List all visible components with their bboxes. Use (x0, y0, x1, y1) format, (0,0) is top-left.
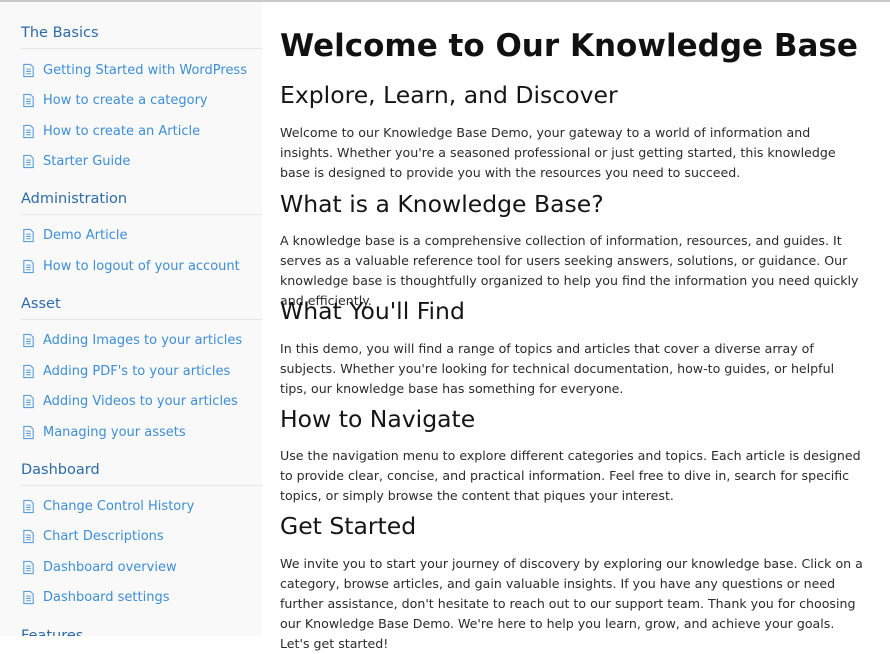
document-icon (23, 529, 34, 543)
article-link-label: Demo Article (43, 227, 128, 243)
article-link-label: Change Control History (43, 498, 195, 514)
article-link-label: Dashboard settings (43, 589, 170, 605)
article-link-label: Starter Guide (43, 153, 131, 169)
document-icon (23, 93, 34, 107)
document-icon (23, 364, 34, 378)
article-link-label: Chart Descriptions (43, 528, 164, 544)
article-link[interactable]: Managing your assets (21, 422, 186, 442)
document-icon (23, 590, 34, 604)
section-paragraph: Welcome to our Knowledge Base Demo, your… (280, 125, 836, 180)
section-paragraph: We invite you to start your journey of d… (280, 556, 863, 651)
category-title[interactable]: Features (21, 626, 262, 636)
article-link-label: How to logout of your account (43, 258, 240, 274)
article-link-label: Adding PDF's to your articles (43, 363, 231, 379)
document-icon (23, 63, 34, 77)
document-icon (23, 333, 34, 347)
document-icon (23, 154, 34, 168)
document-icon (23, 259, 34, 273)
article-link[interactable]: Adding Videos to your articles (21, 391, 238, 411)
section-heading: Get Started (280, 512, 417, 540)
article-link-label: How to create a category (43, 92, 208, 108)
category-sidebar: The Basics Getting Started with WordPres… (0, 2, 262, 636)
article-link[interactable]: How to create an Article (21, 121, 200, 141)
section-heading: Explore, Learn, and Discover (280, 81, 618, 109)
article-link[interactable]: Dashboard settings (21, 587, 170, 607)
document-icon (23, 124, 34, 138)
document-icon (23, 499, 34, 513)
document-icon (23, 228, 34, 242)
article-link[interactable]: How to logout of your account (21, 256, 240, 276)
article-link[interactable]: How to create a category (21, 90, 208, 110)
document-icon (23, 394, 34, 408)
article-link[interactable]: Dashboard overview (21, 557, 177, 577)
category-title[interactable]: The Basics (21, 23, 262, 49)
category-features: Features (21, 626, 262, 636)
article-link[interactable]: Adding PDF's to your articles (21, 361, 230, 381)
document-icon (23, 425, 34, 439)
category-title[interactable]: Dashboard (21, 460, 262, 486)
category-asset: Asset Adding Images to your articles Add… (21, 294, 262, 440)
article-link-label: Managing your assets (43, 424, 186, 440)
document-icon (23, 560, 34, 574)
article-link-label: Getting Started with WordPress (43, 62, 247, 78)
article-link[interactable]: Getting Started with WordPress (21, 60, 247, 80)
article-link-label: Dashboard overview (43, 559, 177, 575)
article-link[interactable]: Starter Guide (21, 151, 130, 171)
section-heading: What is a Knowledge Base? (280, 190, 604, 218)
article-link-label: Adding Videos to your articles (43, 393, 238, 409)
section-paragraph: Use the navigation menu to explore diffe… (280, 448, 861, 503)
page-title: Welcome to Our Knowledge Base (280, 28, 858, 64)
category-dashboard: Dashboard Change Control History Chart D… (21, 460, 262, 605)
category-title[interactable]: Administration (21, 189, 262, 215)
section-heading: What You'll Find (280, 297, 465, 325)
section-paragraph: In this demo, you will find a range of t… (280, 341, 835, 396)
category-title[interactable]: Asset (21, 294, 262, 320)
category-the-basics: The Basics Getting Started with WordPres… (21, 23, 262, 169)
category-administration: Administration Demo Article How to logou… (21, 189, 262, 274)
article-link[interactable]: Adding Images to your articles (21, 330, 242, 350)
article-link[interactable]: Chart Descriptions (21, 526, 164, 546)
article-link[interactable]: Change Control History (21, 496, 194, 516)
section-heading: How to Navigate (280, 405, 476, 433)
article-link[interactable]: Demo Article (21, 225, 127, 245)
article-link-label: Adding Images to your articles (43, 332, 243, 348)
article-link-label: How to create an Article (43, 123, 201, 139)
